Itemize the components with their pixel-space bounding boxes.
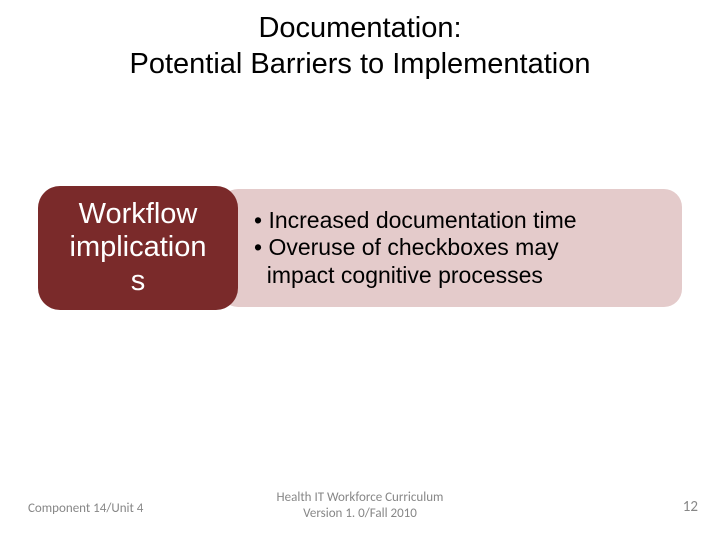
category-pill: Workflow implication s [38,186,238,310]
footer-center-line-1: Health IT Workforce Curriculum [277,490,444,505]
bullet-2-cont: impact cognitive processes [254,262,664,290]
bullet-1: • Increased documentation time [254,207,664,235]
slide: Documentation: Potential Barriers to Imp… [0,0,720,540]
detail-pill: • Increased documentation time • Overuse… [220,189,682,307]
title-line-2: Potential Barriers to Implementation [130,48,591,80]
content-row: Workflow implication s • Increased docum… [38,186,682,310]
slide-number: 12 [683,498,698,516]
title-line-1: Documentation: [258,12,461,44]
footer-center: Health IT Workforce Curriculum Version 1… [0,490,720,523]
category-line-3: s [131,265,146,298]
bullet-2: • Overuse of checkboxes may [254,234,664,262]
category-line-1: Workflow [79,198,198,231]
slide-title: Documentation: Potential Barriers to Imp… [0,10,720,83]
footer-center-line-2: Version 1. 0/Fall 2010 [303,506,417,521]
category-line-2: implication [70,231,207,264]
